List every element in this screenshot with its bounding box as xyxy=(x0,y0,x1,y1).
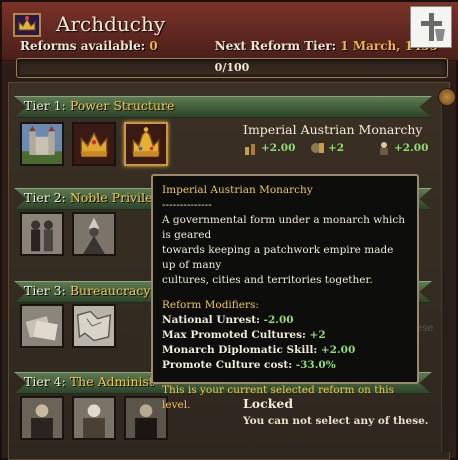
progress-label: 0/100 xyxy=(214,61,250,74)
reforms-available: Reforms available: 0 xyxy=(20,39,158,53)
next-reform-tier: Next Reform Tier: 1 March, 1455 xyxy=(214,39,438,53)
tier-2-label: Tier 2: Noble Privileg xyxy=(24,190,161,205)
diplomat-icon xyxy=(380,142,388,155)
administrator-icon xyxy=(22,398,62,438)
locked-text: You can not select any of these. xyxy=(243,415,429,427)
culture-icon xyxy=(311,143,324,153)
tooltip-title: Imperial Austrian Monarchy xyxy=(162,184,313,196)
tier-4-label: Tier 4: The Administ xyxy=(24,374,154,389)
reform-tooltip: Imperial Austrian Monarchy -------------… xyxy=(151,174,419,411)
magistrate-icon xyxy=(126,398,166,438)
tooltip-modifier-culture-cost: Promote Culture cost: -33.0% xyxy=(162,359,336,371)
scroll-up-button[interactable] xyxy=(438,88,456,106)
reform-slot-nobles[interactable] xyxy=(20,212,64,256)
tooltip-separator: -------------- xyxy=(162,199,212,211)
tooltip-modifiers-heading: Reform Modifiers: xyxy=(162,299,259,311)
documents-icon xyxy=(22,306,62,346)
government-reform-window: Archduchy Reforms available: 0 Next Refo… xyxy=(0,0,458,460)
tier-1-label: Tier 1: Power Structure xyxy=(24,98,175,113)
crown-icon xyxy=(13,13,41,37)
tier-3-label: Tier 3: Bureaucracy xyxy=(24,283,151,298)
reform-slot-bishop[interactable] xyxy=(72,212,116,256)
selected-reform-title: Imperial Austrian Monarchy xyxy=(243,122,423,137)
tooltip-desc-line-1: A governmental form under a monarch whic… xyxy=(162,214,405,241)
reform-progress-bar: 0/100 xyxy=(16,58,448,78)
crown-icon xyxy=(74,124,114,164)
reform-slot-documents[interactable] xyxy=(20,304,64,348)
window-header: Archduchy Reforms available: 0 Next Refo… xyxy=(2,2,458,61)
reform-slot-administrator-2[interactable] xyxy=(72,396,116,440)
tooltip-modifier-cultures: Max Promoted Cultures: +2 xyxy=(162,329,326,341)
reform-slot-crown[interactable] xyxy=(72,122,116,166)
official-icon xyxy=(74,398,114,438)
tooltip-modifier-diplomatic: Monarch Diplomatic Skill: +2.00 xyxy=(162,344,356,356)
reform-slot-imperial-crown-selected[interactable] xyxy=(124,122,168,166)
map-icon xyxy=(74,306,114,346)
nobles-icon xyxy=(22,214,62,254)
country-flag-icon[interactable] xyxy=(410,6,452,48)
tooltip-desc-line-3: cultures, cities and territories togethe… xyxy=(162,274,373,286)
bishop-icon xyxy=(74,214,114,254)
imperial-crown-icon xyxy=(126,124,166,164)
modifier-promoted-cultures: +2 xyxy=(310,141,344,155)
government-title: Archduchy xyxy=(56,12,166,36)
reform-slot-administrator-1[interactable] xyxy=(20,396,64,440)
reform-slot-castle[interactable] xyxy=(20,122,64,166)
tooltip-modifier-unrest: National Unrest: -2.00 xyxy=(162,314,294,326)
tooltip-footer: This is your current selected reform on … xyxy=(162,384,394,411)
modifier-diplomatic-skill: +2.00 xyxy=(376,141,428,155)
scrollbar[interactable] xyxy=(441,92,454,452)
reform-slot-map[interactable] xyxy=(72,304,116,348)
castle-icon xyxy=(22,124,62,164)
tooltip-desc-line-2: towards keeping a patchwork empire made … xyxy=(162,244,394,271)
modifier-unrest: +2.00 xyxy=(243,141,295,155)
unrest-icon xyxy=(245,144,255,155)
